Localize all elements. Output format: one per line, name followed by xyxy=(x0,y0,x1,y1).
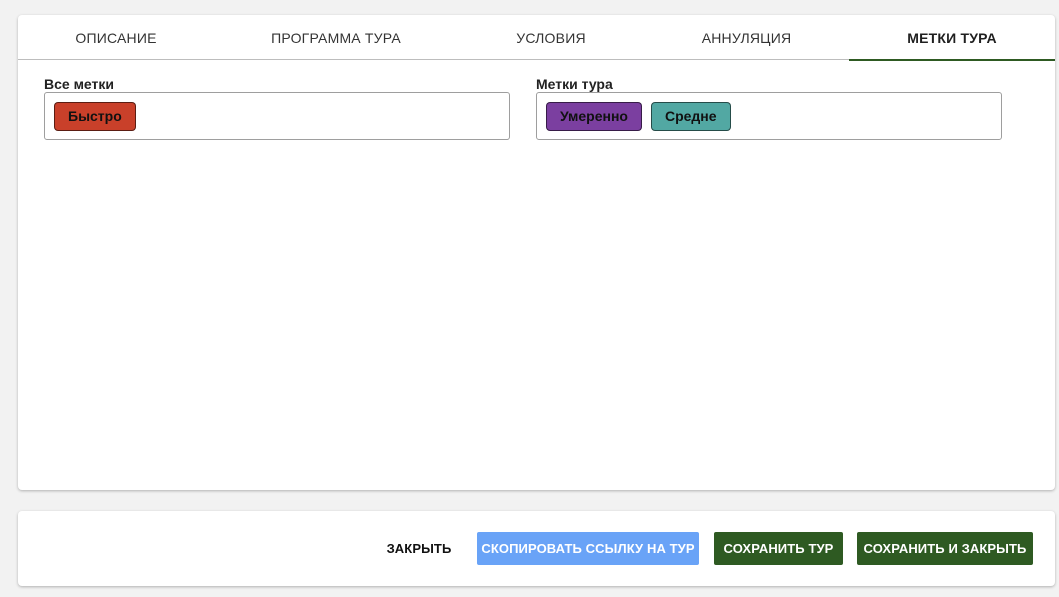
save-and-close-button[interactable]: СОХРАНИТЬ И ЗАКРЫТЬ xyxy=(857,532,1033,565)
tour-editor-panel: ОПИСАНИЕ ПРОГРАММА ТУРА УСЛОВИЯ АННУЛЯЦИ… xyxy=(18,15,1055,490)
tag-chip-fast[interactable]: Быстро xyxy=(54,102,136,131)
tour-tags-label: Метки тура xyxy=(536,76,613,92)
tab-conditions[interactable]: УСЛОВИЯ xyxy=(458,15,644,60)
tab-tour-tags[interactable]: МЕТКИ ТУРА xyxy=(849,15,1055,61)
all-tags-label: Все метки xyxy=(44,76,114,92)
all-tags-box[interactable]: Быстро xyxy=(44,92,510,140)
tour-tags-box[interactable]: Умеренно Средне xyxy=(536,92,1002,140)
tab-cancellation[interactable]: АННУЛЯЦИЯ xyxy=(644,15,849,60)
save-tour-button[interactable]: СОХРАНИТЬ ТУР xyxy=(714,532,843,565)
tab-bar: ОПИСАНИЕ ПРОГРАММА ТУРА УСЛОВИЯ АННУЛЯЦИ… xyxy=(18,15,1055,61)
tag-chip-medium[interactable]: Средне xyxy=(650,102,731,131)
close-button[interactable]: ЗАКРЫТЬ xyxy=(378,532,460,565)
copy-link-button[interactable]: СКОПИРОВАТЬ ССЫЛКУ НА ТУР xyxy=(477,532,699,565)
tab-tour-program[interactable]: ПРОГРАММА ТУРА xyxy=(214,15,458,60)
tag-chip-moderate[interactable]: Умеренно xyxy=(546,102,642,131)
footer-action-bar: ЗАКРЫТЬ СКОПИРОВАТЬ ССЫЛКУ НА ТУР СОХРАН… xyxy=(18,511,1055,586)
tab-description[interactable]: ОПИСАНИЕ xyxy=(18,15,214,60)
